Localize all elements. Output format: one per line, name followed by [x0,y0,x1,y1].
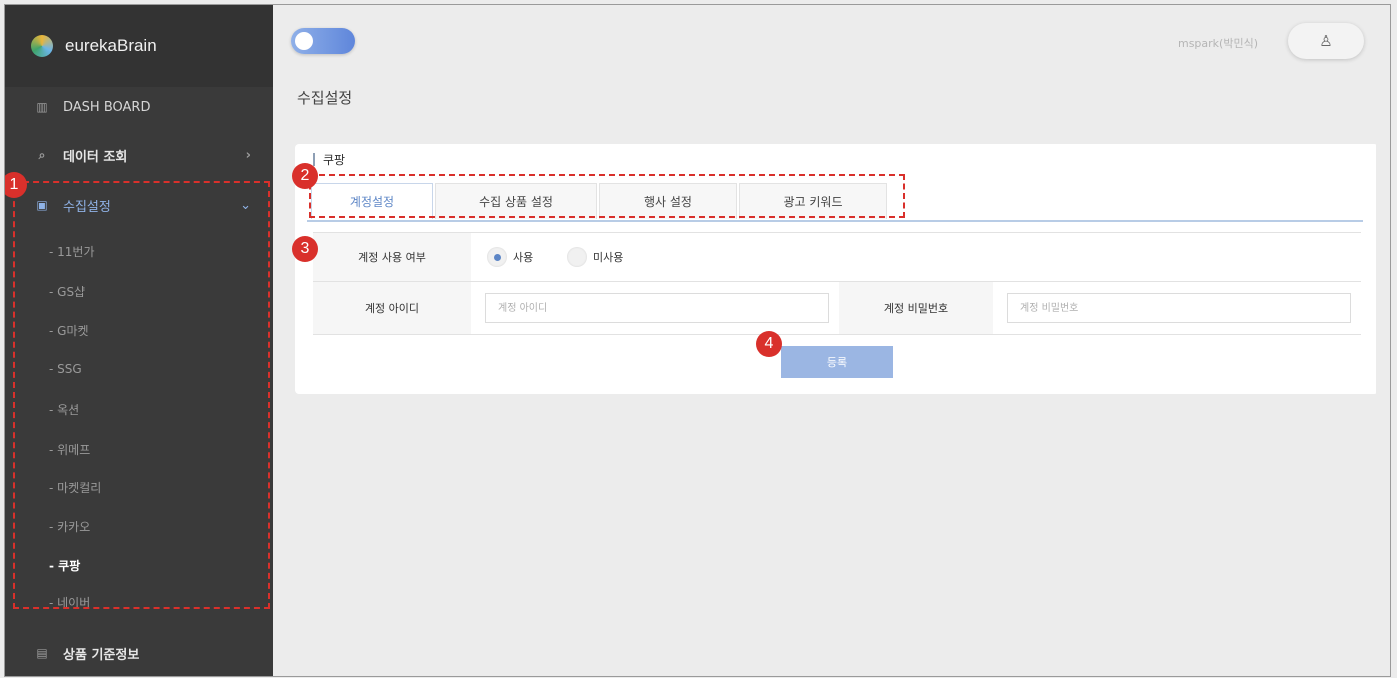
sidebar-item-label: 데이터 조회 [63,149,128,165]
user-icon: ♙ [1319,32,1333,50]
scroll-gutter [1376,5,1390,676]
chevron-right-icon: › [245,147,251,163]
register-button[interactable]: 등록 [781,346,893,378]
pw-label: 계정 비밀번호 [839,282,993,334]
doc-icon: ▤ [36,646,48,660]
sidebar-item-product-info[interactable]: ▤ 상품 기준정보 [5,633,273,673]
annotation-badge-4: 4 [756,331,782,357]
sidebar-item-label: 상품 기준정보 [63,647,140,663]
card-header: 쿠팡 [313,144,345,174]
user-name: mspark(박민식) [1177,37,1258,50]
account-password-input[interactable] [1007,293,1351,323]
bar-chart-icon: ▥ [36,100,48,114]
radio-unchecked-icon [567,247,587,267]
logo-icon [31,35,53,57]
search-icon: ⌕ [38,147,46,162]
sidebar: eurekaBrain ▥ DASH BOARD ⌕ 데이터 조회 › ▣ 수집… [5,5,273,676]
sidebar-toggle[interactable] [291,28,355,54]
brand-name: eurekaBrain [65,36,157,55]
annotation-badge-2: 2 [292,163,318,189]
user-menu-button[interactable]: ♙ [1288,23,1364,59]
card-title: 쿠팡 [323,152,346,167]
annotation-box-1 [13,181,270,609]
form-row-credentials: 계정 아이디 계정 비밀번호 [313,281,1361,335]
toggle-knob [295,32,313,50]
annotation-box-2 [309,174,905,218]
sidebar-item-data-search[interactable]: ⌕ 데이터 조회 › [5,135,273,175]
radio-not-use-label: 미사용 [593,251,624,264]
id-label: 계정 아이디 [313,282,471,334]
account-id-input[interactable] [485,293,829,323]
annotation-badge-3: 3 [292,236,318,262]
page-title: 수집설정 [297,89,353,107]
radio-use[interactable]: 사용 [487,247,533,267]
brand[interactable]: eurekaBrain [5,5,273,87]
use-label: 계정 사용 여부 [313,233,471,281]
radio-not-use[interactable]: 미사용 [567,247,623,267]
sidebar-item-label: DASH BOARD [63,99,151,115]
radio-checked-icon [487,247,507,267]
app-window: eurekaBrain ▥ DASH BOARD ⌕ 데이터 조회 › ▣ 수집… [4,4,1391,677]
radio-use-label: 사용 [513,251,534,264]
form-row-use: 계정 사용 여부 사용 미사용 [313,232,1361,281]
sidebar-item-dashboard[interactable]: ▥ DASH BOARD [5,87,273,127]
title-bar-marker [313,152,315,166]
